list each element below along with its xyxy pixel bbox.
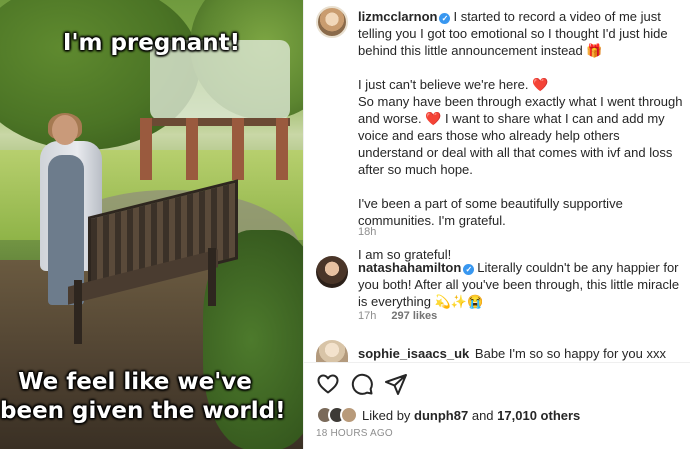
park-bench — [58, 179, 238, 348]
comment-item: natashahamilton ✓ Literally couldn't be an… — [358, 259, 688, 310]
heart-icon[interactable] — [316, 372, 340, 396]
liked-by-others[interactable]: 17,010 others — [497, 408, 580, 423]
liked-by-user[interactable]: dunph87 — [414, 408, 468, 423]
post-timestamp[interactable]: 18 HOURS AGO — [316, 428, 393, 439]
media-caption-line: We feel like we've — [18, 369, 252, 395]
caption-paragraph: I just can't believe we're here. ❤️ — [358, 77, 549, 92]
liked-by-text: Liked by dunph87 and 17,010 others — [362, 408, 581, 423]
comment-meta: 17h 297 likes — [358, 310, 449, 322]
post-meta: 18h — [358, 226, 388, 238]
liked-by-row: Liked by dunph87 and 17,010 others — [316, 406, 686, 426]
commenter-avatar[interactable] — [316, 256, 348, 288]
commenter-username[interactable]: natashahamilton — [358, 260, 461, 275]
author-avatar[interactable] — [316, 6, 348, 38]
comment-time[interactable]: 17h — [358, 310, 376, 322]
comments-panel: lizmcclarnon ✓ I started to record a video… — [304, 0, 690, 449]
post-media[interactable]: I'm pregnant! We feel like we've been gi… — [0, 0, 303, 449]
actions-divider — [304, 362, 690, 363]
commenter-avatar[interactable] — [316, 340, 348, 362]
liker-avatar[interactable] — [340, 406, 358, 424]
caption-paragraph: I've been a part of some beautifully sup… — [358, 196, 623, 228]
media-caption-top: I'm pregnant! — [62, 30, 241, 56]
post-caption: lizmcclarnon ✓ I started to record a video… — [358, 8, 688, 263]
author-username[interactable]: lizmcclarnon — [358, 9, 437, 24]
commenter-username[interactable]: sophie_isaacs_uk — [358, 346, 469, 361]
share-icon[interactable] — [384, 372, 408, 396]
media-caption-line: been given the world! — [0, 398, 286, 424]
pergola — [140, 118, 290, 180]
comment-icon[interactable] — [350, 372, 374, 396]
comment-likes[interactable]: 297 likes — [391, 310, 437, 322]
comment-text: Babe I'm so so happy for you xxx — [474, 346, 666, 361]
verified-badge-icon: ✓ — [439, 13, 451, 24]
post-time[interactable]: 18h — [358, 226, 376, 238]
media-caption-bottom: We feel like we've been given the world! — [0, 368, 286, 426]
verified-badge-icon: ✓ — [463, 264, 475, 275]
comment-item: sophie_isaacs_uk Babe I'm so so happy fo… — [358, 345, 688, 362]
caption-paragraph: So many have been through exactly what I… — [358, 94, 683, 177]
